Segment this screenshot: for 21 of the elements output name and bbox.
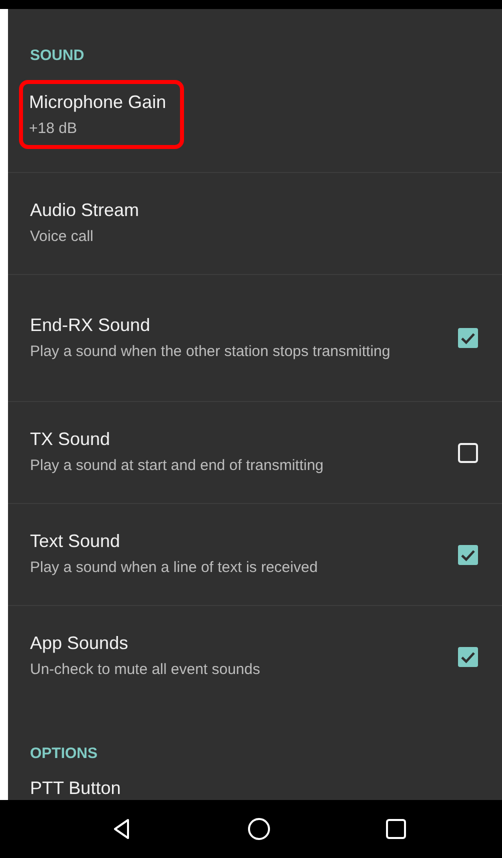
checkbox[interactable] — [458, 442, 478, 462]
setting-summary: +18 dB — [29, 119, 78, 139]
setting-title[interactable]: Microphone Gain — [29, 92, 166, 113]
checkbox[interactable] — [458, 544, 478, 564]
recents-icon[interactable] — [384, 817, 408, 841]
checkbox[interactable] — [458, 646, 478, 666]
section-header: OPTIONS — [30, 745, 98, 762]
setting-summary: Play a sound at start and end of transmitting — [30, 456, 325, 476]
setting-title[interactable]: App Sounds — [30, 633, 458, 654]
setting-summary: Play a sound when a line of text is received — [30, 558, 319, 578]
setting-summary: Un-check to mute all event sounds — [30, 660, 262, 680]
setting-summary: Voice call — [30, 227, 94, 247]
home-icon[interactable] — [247, 817, 271, 841]
section-header: SOUND — [30, 47, 84, 64]
checkbox[interactable] — [458, 328, 478, 348]
setting-summary: Play a sound when the other station stops transmitting — [30, 342, 392, 362]
setting-title[interactable]: End-RX Sound — [30, 314, 458, 336]
setting-title[interactable]: PTT Button — [30, 778, 478, 799]
setting-title[interactable]: Text Sound — [30, 531, 458, 552]
setting-title[interactable]: Audio Stream — [30, 200, 478, 221]
setting-title[interactable]: TX Sound — [30, 429, 458, 450]
